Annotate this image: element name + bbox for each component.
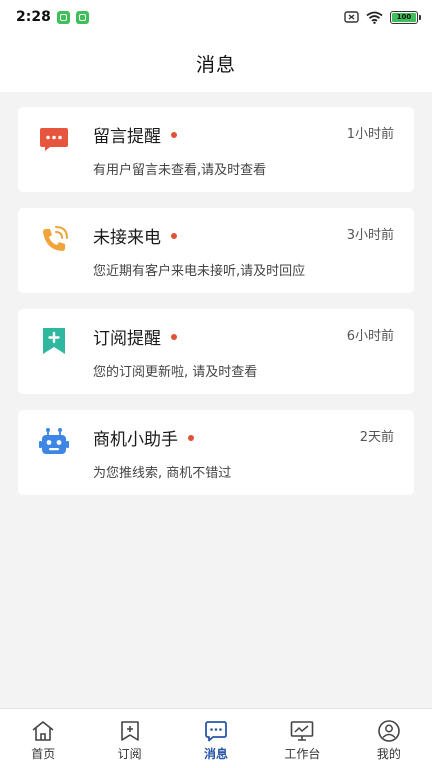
message-description: 有用户留言未查看,请及时查看: [93, 163, 267, 178]
message-description: 为您推线索, 商机不错过: [93, 466, 232, 481]
bookmark-plus-icon: [43, 328, 65, 354]
tab-messages[interactable]: 消息: [173, 709, 259, 768]
unread-dot: [171, 232, 177, 239]
message-description: 您的订阅更新啦, 请及时查看: [93, 365, 258, 380]
message-item-missed-call[interactable]: 未接来电 3小时前 您近期有客户来电未接听,请及时回应: [18, 208, 414, 293]
message-time: 6小时前: [346, 329, 394, 344]
message-list: 留言提醒 1小时前 有用户留言未查看,请及时查看 未接来电 3小时前 您近期有客…: [18, 107, 414, 511]
battery-icon: 100: [390, 10, 421, 24]
message-icon: [205, 721, 227, 742]
message-title: 未接来电: [93, 223, 177, 248]
robot-icon: [39, 428, 69, 454]
tab-label: 首页: [31, 747, 56, 761]
tab-workbench[interactable]: 工作台: [259, 709, 345, 768]
unread-dot: [171, 333, 177, 340]
message-time: 1小时前: [346, 127, 394, 142]
battery-level: 100: [392, 12, 416, 22]
message-title: 商机小助手: [93, 425, 194, 450]
tab-home[interactable]: 首页: [0, 709, 86, 768]
message-time: 2天前: [359, 430, 394, 445]
sim-card-icon: [344, 11, 359, 23]
header: 消息: [0, 34, 432, 92]
unread-dot: [171, 131, 177, 138]
status-bar: 2:28 100: [0, 0, 432, 34]
home-icon: [32, 721, 54, 741]
message-time: 3小时前: [346, 228, 394, 243]
tab-profile[interactable]: 我的: [346, 709, 432, 768]
notification-app-icon: [56, 10, 70, 24]
notification-app-icon: [75, 10, 89, 24]
profile-icon: [378, 720, 400, 742]
tab-label: 工作台: [284, 747, 321, 761]
message-item-comment[interactable]: 留言提醒 1小时前 有用户留言未查看,请及时查看: [18, 107, 414, 192]
message-title: 订阅提醒: [93, 324, 177, 349]
message-item-subscription[interactable]: 订阅提醒 6小时前 您的订阅更新啦, 请及时查看: [18, 309, 414, 394]
message-item-assistant[interactable]: 商机小助手 2天前 为您推线索, 商机不错过: [18, 410, 414, 495]
workbench-icon: [291, 721, 314, 741]
chat-bubble-icon: [40, 128, 68, 151]
tab-subscribe[interactable]: 订阅: [86, 709, 172, 768]
tab-label: 消息: [204, 747, 229, 761]
tab-label: 订阅: [117, 747, 142, 761]
phone-missed-call-icon: [43, 226, 68, 251]
unread-dot: [188, 434, 194, 441]
message-description: 您近期有客户来电未接听,请及时回应: [93, 264, 306, 279]
wifi-icon: [366, 11, 383, 24]
page-title: 消息: [195, 53, 236, 76]
tab-label: 我的: [376, 747, 401, 761]
message-title: 留言提醒: [93, 122, 177, 147]
subscribe-icon: [120, 721, 139, 741]
status-time: 2:28: [16, 9, 51, 25]
bottom-tab-bar: 首页 订阅 消息 工作台 我的: [0, 708, 432, 768]
